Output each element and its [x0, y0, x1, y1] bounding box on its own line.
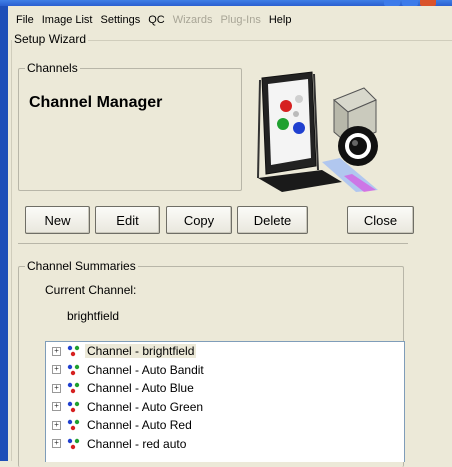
expand-icon[interactable]: +	[52, 365, 61, 375]
setup-wizard-title: Setup Wizard	[12, 32, 89, 46]
tree-item-label: Channel - Auto Bandit	[87, 362, 204, 377]
window-left-edge	[0, 6, 8, 461]
rgb-dots-icon	[67, 438, 80, 449]
buttons-separator	[18, 243, 408, 244]
menu-qc[interactable]: QC	[144, 14, 169, 26]
copy-button[interactable]: Copy	[166, 206, 232, 234]
tree-item[interactable]: + Channel - Auto Bandit	[46, 361, 404, 380]
close-button[interactable]: Close	[347, 206, 414, 234]
delete-button[interactable]: Delete	[237, 206, 308, 234]
menu-wizards[interactable]: Wizards	[169, 14, 217, 26]
setup-frame-top	[78, 40, 452, 41]
expand-icon[interactable]: +	[52, 402, 61, 412]
menu-image-list[interactable]: Image List	[38, 14, 97, 26]
current-channel-value: brightfield	[67, 309, 120, 323]
rgb-dots-icon	[67, 401, 80, 412]
channels-group: Channels	[18, 61, 242, 191]
tree-item-label: Channel - Auto Red	[87, 418, 192, 433]
channel-summaries-legend: Channel Summaries	[25, 259, 138, 273]
rgb-dots-icon	[67, 364, 80, 375]
menu-plug-ins[interactable]: Plug-Ins	[216, 14, 264, 26]
menu-file[interactable]: File	[12, 14, 38, 26]
expand-icon[interactable]: +	[52, 346, 61, 356]
expand-icon[interactable]: +	[52, 439, 61, 449]
rgb-dots-icon	[67, 346, 80, 357]
menu-help[interactable]: Help	[265, 14, 296, 26]
tree-item[interactable]: + Channel - Auto Blue	[46, 379, 404, 398]
edit-button[interactable]: Edit	[95, 206, 160, 234]
setup-frame-edge	[11, 40, 12, 461]
expand-icon[interactable]: +	[52, 420, 61, 430]
tree-item-label: Channel - red auto	[87, 436, 187, 451]
rgb-dots-icon	[67, 420, 80, 431]
microscope-camera-icon	[257, 71, 378, 192]
current-channel-label: Current Channel:	[45, 283, 137, 297]
tree-item[interactable]: + Channel - Auto Red	[46, 416, 404, 435]
channels-legend: Channels	[25, 61, 80, 75]
channel-manager-heading: Channel Manager	[29, 94, 163, 111]
new-button[interactable]: New	[25, 206, 90, 234]
tree-item[interactable]: + Channel - red auto	[46, 435, 404, 454]
expand-icon[interactable]: +	[52, 383, 61, 393]
menu-settings[interactable]: Settings	[96, 14, 144, 26]
tree-item[interactable]: + Channel - Auto Green	[46, 398, 404, 417]
tree-item[interactable]: + Channel - brightfield	[46, 342, 404, 361]
rgb-dots-icon	[67, 383, 80, 394]
menu-bar: File Image List Settings QC Wizards Plug…	[8, 6, 452, 34]
tree-item-label: Channel - Auto Green	[87, 399, 204, 414]
channel-tree[interactable]: + Channel - brightfield + Channel - Auto…	[45, 341, 405, 462]
tree-item-label: Channel - brightfield	[85, 344, 197, 359]
tree-item-label: Channel - Auto Blue	[87, 381, 194, 396]
